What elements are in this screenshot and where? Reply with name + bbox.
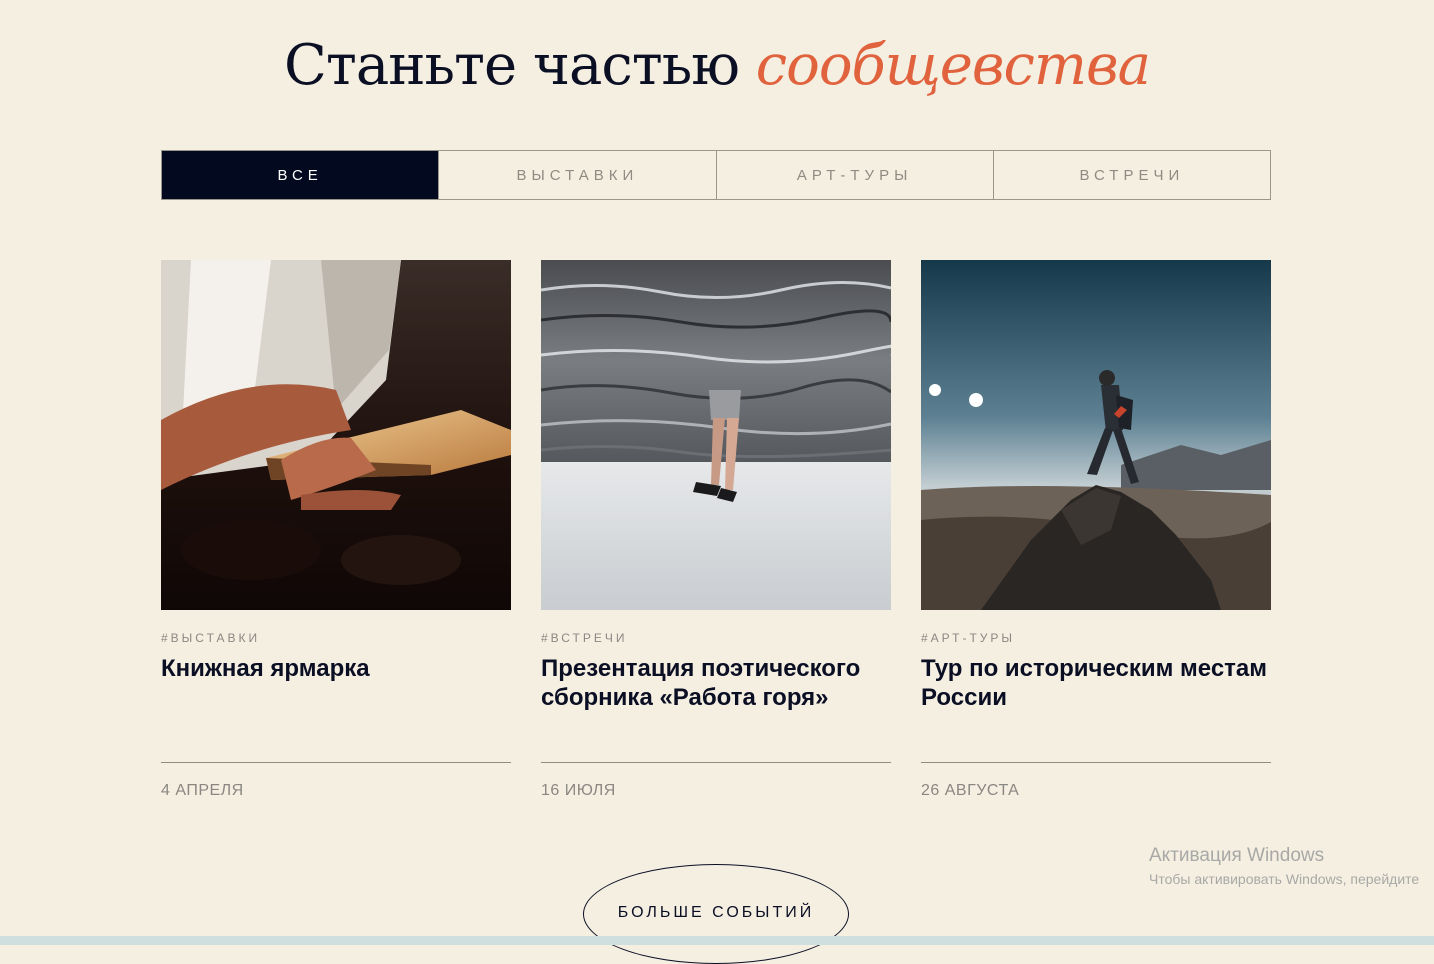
event-date: 26 АВГУСТА <box>921 782 1020 799</box>
watermark-subtitle: Чтобы активировать Windows, перейдите <box>1149 871 1420 887</box>
page-title-main: Станьте частью <box>284 33 740 98</box>
event-image-mountain[interactable] <box>921 260 1271 610</box>
tab-art-tours[interactable]: АРТ-ТУРЫ <box>715 151 993 199</box>
divider <box>161 762 511 763</box>
tab-meetings[interactable]: ВСТРЕЧИ <box>992 151 1270 199</box>
event-date: 16 ИЮЛЯ <box>541 782 616 799</box>
event-tag[interactable]: #АРТ-ТУРЫ <box>921 631 1015 645</box>
watermark-title: Активация Windows <box>1149 845 1325 866</box>
tab-exhibitions[interactable]: ВЫСТАВКИ <box>438 151 715 199</box>
event-card[interactable]: #АРТ-ТУРЫ Тур по историческим местам Рос… <box>921 260 1271 799</box>
divider <box>541 762 891 763</box>
divider <box>921 762 1271 763</box>
event-tag[interactable]: #ВСТРЕЧИ <box>541 631 628 645</box>
event-image-book[interactable] <box>161 260 511 610</box>
event-card[interactable]: #ВЫСТАВКИ Книжная ярмарка 4 АПРЕЛЯ <box>161 260 511 799</box>
event-title[interactable]: Тур по историческим местам России <box>921 654 1271 712</box>
event-card[interactable]: #ВСТРЕЧИ Презентация поэтического сборни… <box>541 260 891 799</box>
windows-activation-watermark: Активация Windows Чтобы активировать Win… <box>1149 844 1434 890</box>
next-section-edge <box>0 936 1434 945</box>
more-events-button[interactable]: БОЛЬШЕ СОБЫТИЙ <box>583 864 849 964</box>
page-title: Станьте частью сообщевства <box>0 28 1434 104</box>
event-title[interactable]: Книжная ярмарка <box>161 654 511 683</box>
event-title[interactable]: Презентация поэтического сборника «Работ… <box>541 654 891 712</box>
page-title-accent: сообщевства <box>755 33 1151 98</box>
event-filter-tabs: ВСЕ ВЫСТАВКИ АРТ-ТУРЫ ВСТРЕЧИ <box>161 150 1271 200</box>
tab-all[interactable]: ВСЕ <box>162 151 439 199</box>
event-date: 4 АПРЕЛЯ <box>161 782 244 799</box>
event-image-water[interactable] <box>541 260 891 610</box>
event-tag[interactable]: #ВЫСТАВКИ <box>161 631 260 645</box>
